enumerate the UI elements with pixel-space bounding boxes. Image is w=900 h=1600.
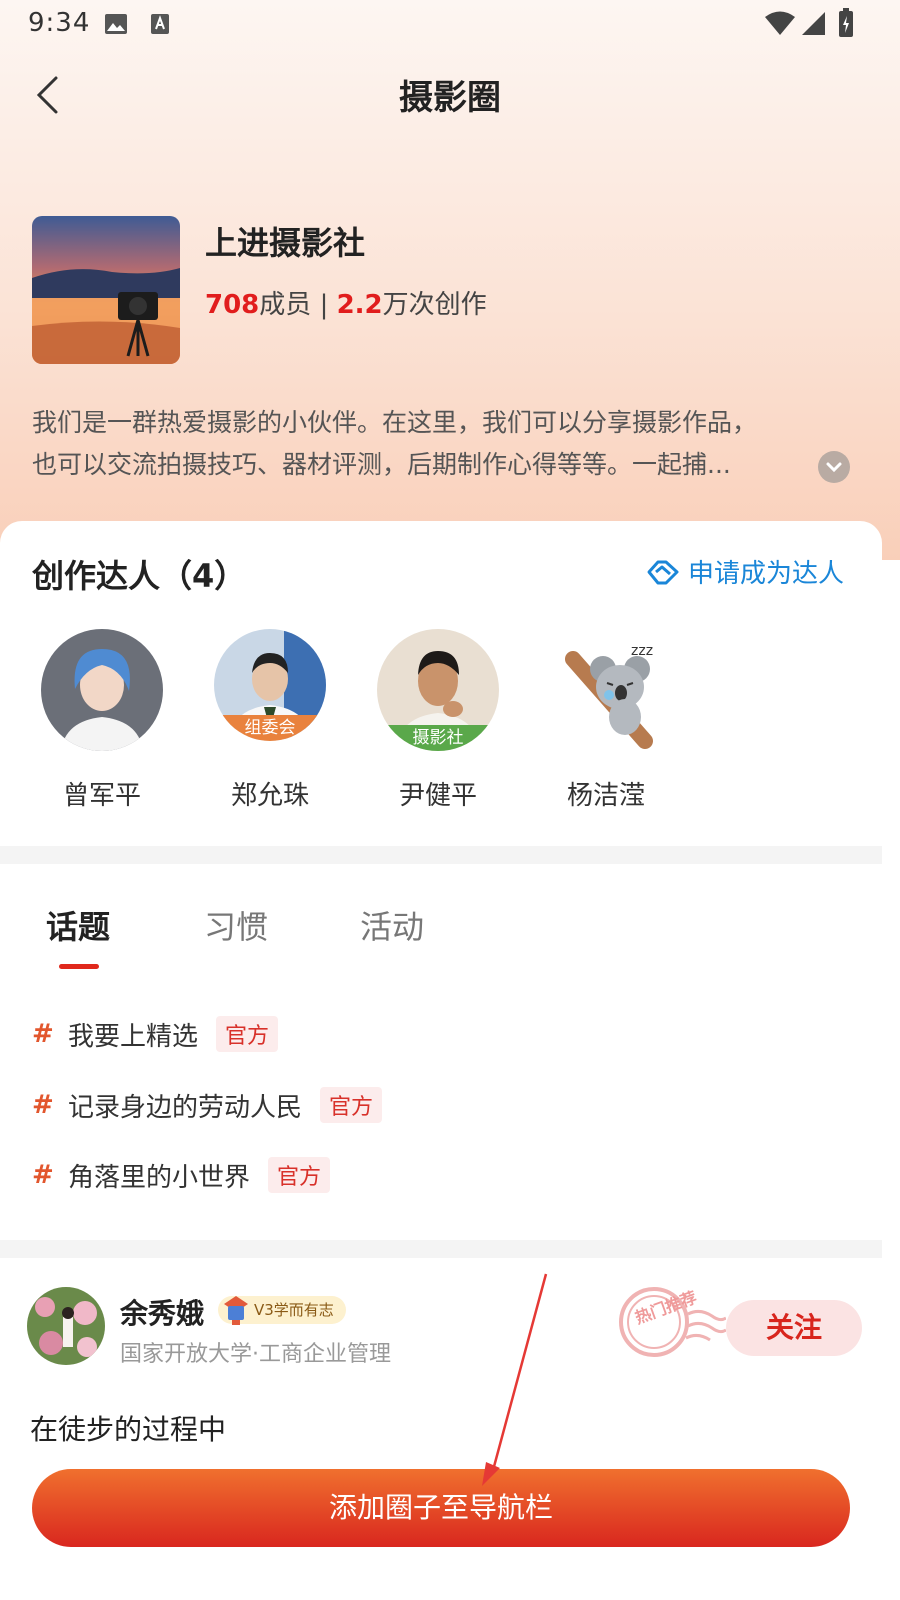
post-card: 余秀娥 V3学而有志 国家开放大学·工商企业管理 热门推荐 关注 在徒步的过程中 bbox=[0, 1260, 900, 1600]
level-label: V3学而有志 bbox=[254, 1301, 334, 1319]
avatar: 组委会 bbox=[214, 629, 326, 741]
tab-habits[interactable]: 习惯 bbox=[204, 902, 268, 948]
image-notification-icon bbox=[104, 12, 128, 42]
keyboard-notification-icon bbox=[150, 12, 170, 42]
stats-separator: | bbox=[319, 290, 329, 320]
members-label: 成员 bbox=[259, 290, 312, 320]
tab-topics[interactable]: 话题 bbox=[46, 902, 110, 948]
official-badge: 官方 bbox=[216, 1016, 279, 1052]
talent-name: 曾军平 bbox=[62, 781, 141, 811]
apply-talent-link[interactable]: 申请成为达人 bbox=[646, 553, 844, 590]
follow-button[interactable]: 关注 bbox=[726, 1300, 862, 1356]
expand-description-button[interactable] bbox=[818, 451, 850, 483]
status-time: 9:34 bbox=[28, 8, 91, 38]
members-count: 708 bbox=[205, 290, 260, 320]
topic-item[interactable]: # 我要上精选 官方 bbox=[32, 1014, 279, 1054]
circle-cover-image bbox=[32, 216, 180, 364]
topic-title: 记录身边的劳动人民 bbox=[68, 1092, 303, 1123]
avatar: 摄影社 bbox=[377, 629, 499, 751]
wifi-icon bbox=[764, 10, 796, 43]
official-badge: 官方 bbox=[320, 1087, 383, 1123]
circle-name: 上进摄影社 bbox=[205, 224, 366, 262]
signal-icon bbox=[800, 10, 826, 43]
creations-count: 2.2 bbox=[336, 290, 383, 320]
hashtag-icon: # bbox=[32, 1160, 54, 1190]
page-title: 摄影圈 bbox=[399, 78, 501, 118]
description-line: 我们是一群热爱摄影的小伙伴。在这里，我们可以分享摄影作品， bbox=[32, 408, 758, 437]
circle-stats: 708成员 | 2.2万次创作 bbox=[205, 284, 487, 321]
talent-name: 尹健平 bbox=[398, 781, 477, 811]
circle-description: 我们是一群热爱摄影的小伙伴。在这里，我们可以分享摄影作品， 也可以交流拍摄技巧、… bbox=[32, 402, 832, 486]
talent-item[interactable]: 摄影社 尹健平 bbox=[368, 629, 508, 812]
post-username[interactable]: 余秀娥 bbox=[120, 1292, 204, 1332]
talent-item[interactable]: zzz 杨洁滢 bbox=[536, 629, 676, 812]
talent-name: 郑允珠 bbox=[230, 781, 309, 811]
talents-card: 创作达人（4） 申请成为达人 曾军平 组委会 郑允珠 摄影社 尹健平 zzz 杨… bbox=[0, 521, 882, 846]
avatar-tag: 摄影社 bbox=[377, 725, 499, 751]
stamp-text: 热门推荐 bbox=[632, 1288, 699, 1328]
avatar-tag: 组委会 bbox=[214, 715, 326, 741]
topic-title: 角落里的小世界 bbox=[68, 1162, 251, 1193]
hashtag-icon: # bbox=[32, 1019, 54, 1049]
svg-text:zzz: zzz bbox=[631, 643, 653, 659]
hashtag-icon: # bbox=[32, 1090, 54, 1120]
talent-item[interactable]: 组委会 郑允珠 bbox=[200, 629, 340, 812]
koala-sticker-icon: zzz bbox=[545, 629, 667, 751]
battery-charging-icon bbox=[838, 8, 854, 45]
description-line: 也可以交流拍摄技巧、器材评测，后期制作心得等等。一起捕... bbox=[32, 450, 731, 479]
hot-recommend-stamp-icon: 热门推荐 bbox=[619, 1287, 727, 1357]
chevron-down-icon bbox=[826, 462, 842, 473]
section-divider bbox=[0, 846, 882, 864]
content-tabs: 话题 习惯 活动 bbox=[0, 864, 900, 984]
handshake-icon bbox=[647, 560, 679, 584]
tab-activities[interactable]: 活动 bbox=[360, 902, 424, 948]
topic-item[interactable]: # 记录身边的劳动人民 官方 bbox=[32, 1085, 383, 1125]
level-badge: V3学而有志 bbox=[218, 1296, 346, 1325]
section-divider bbox=[0, 1240, 882, 1258]
talents-section-title: 创作达人（4） bbox=[32, 557, 247, 595]
official-badge: 官方 bbox=[268, 1157, 331, 1193]
avatar bbox=[41, 629, 163, 751]
post-text: 在徒步的过程中 bbox=[30, 1413, 227, 1446]
active-tab-indicator bbox=[59, 964, 99, 969]
talent-name: 杨洁滢 bbox=[566, 781, 645, 811]
avatar[interactable] bbox=[27, 1287, 105, 1365]
avatar: zzz bbox=[545, 629, 667, 751]
status-bar: 9:34 bbox=[0, 0, 900, 48]
talent-item[interactable]: 曾军平 bbox=[32, 629, 172, 812]
topic-item[interactable]: # 角落里的小世界 官方 bbox=[32, 1155, 331, 1195]
apply-talent-label: 申请成为达人 bbox=[688, 559, 845, 589]
graduation-badge-icon bbox=[224, 1296, 248, 1325]
hot-recommend-stamp: 热门推荐 bbox=[616, 1284, 727, 1362]
post-school: 国家开放大学·工商企业管理 bbox=[120, 1342, 391, 1367]
creations-label: 万次创作 bbox=[382, 290, 487, 320]
add-circle-to-navbar-button[interactable]: 添加圈子至导航栏 bbox=[32, 1469, 850, 1547]
navigation-bar: 摄影圈 bbox=[0, 60, 900, 130]
topic-title: 我要上精选 bbox=[68, 1021, 199, 1052]
